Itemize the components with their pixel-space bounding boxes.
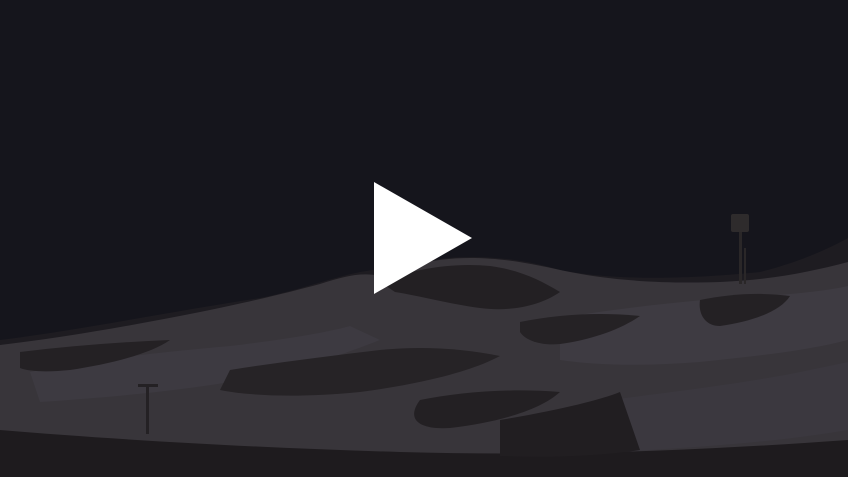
play-button[interactable] (368, 176, 480, 300)
video-player[interactable] (0, 0, 848, 477)
play-icon (374, 182, 472, 294)
